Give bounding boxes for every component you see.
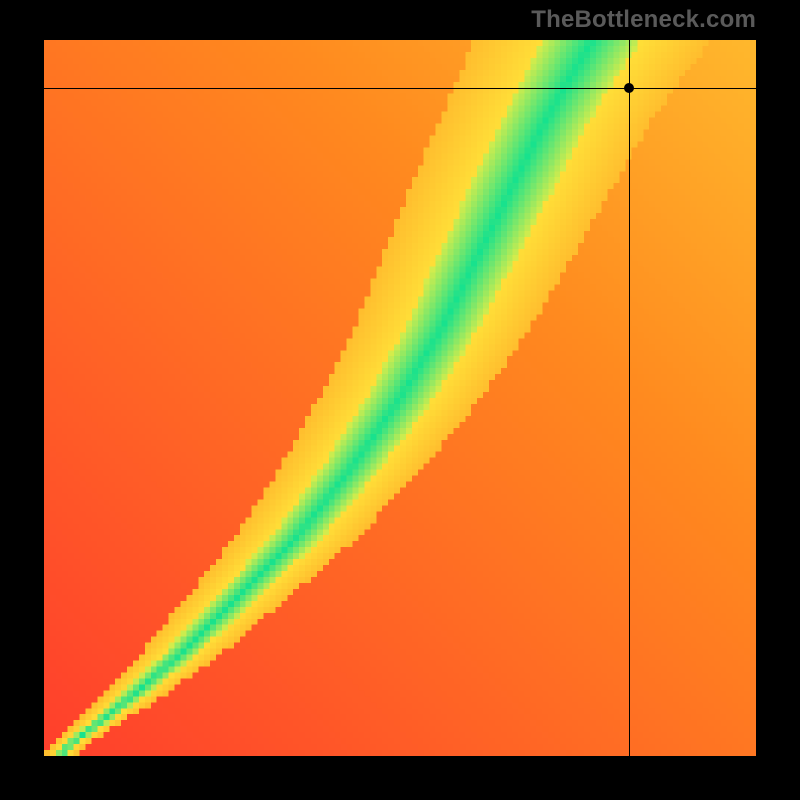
- sample-point-marker: [624, 83, 634, 93]
- watermark-text: TheBottleneck.com: [531, 6, 756, 34]
- app-frame: TheBottleneck.com: [0, 0, 800, 800]
- heatmap-canvas: [44, 40, 756, 756]
- crosshair-horizontal: [44, 88, 756, 89]
- crosshair-vertical: [629, 40, 630, 756]
- heatmap-plot: [44, 40, 756, 756]
